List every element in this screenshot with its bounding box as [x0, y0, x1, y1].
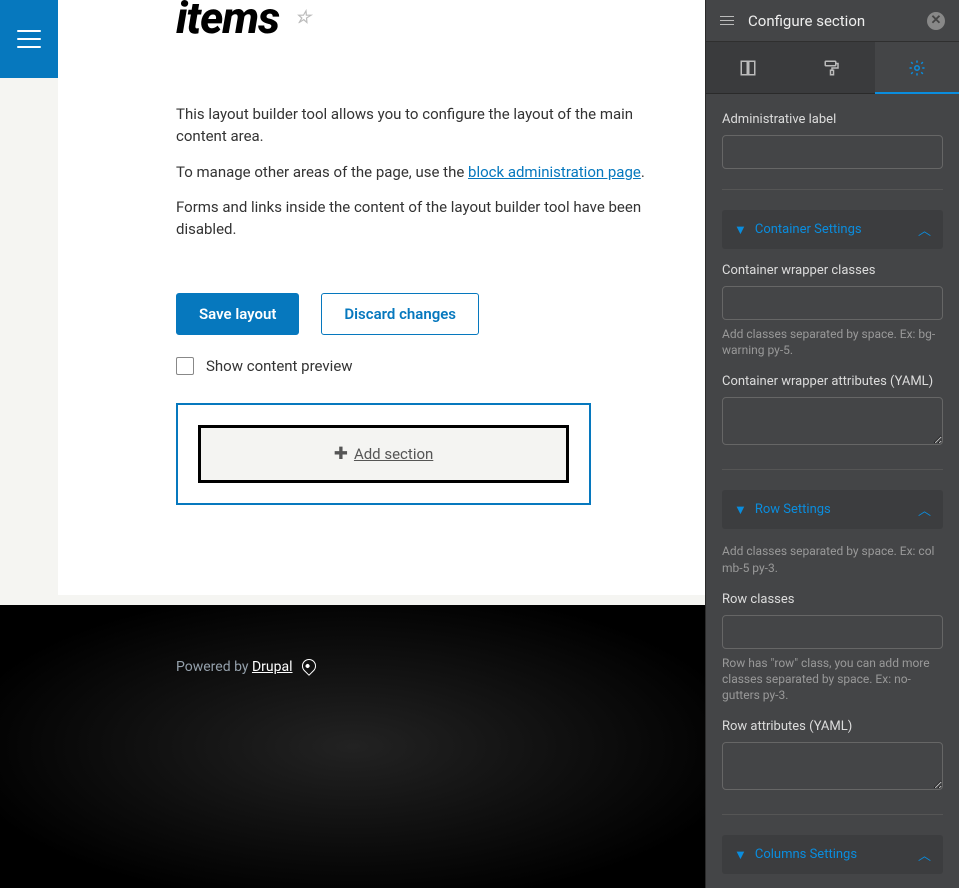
panel-tabs: [706, 42, 959, 94]
container-wrapper-attr-input[interactable]: [722, 397, 943, 445]
layout-icon: [739, 59, 757, 77]
columns-settings-title: Columns Settings: [755, 847, 857, 862]
container-wrapper-classes-input[interactable]: [722, 286, 943, 320]
configure-section-panel: Configure section ✕ Administrative label…: [705, 0, 959, 888]
divider: [722, 189, 943, 190]
page-title-text: items: [176, 0, 279, 44]
drupal-icon: [299, 656, 319, 676]
sliders-icon: [720, 14, 734, 28]
discard-changes-button[interactable]: Discard changes: [321, 293, 479, 335]
footer: Powered by Drupal: [0, 605, 705, 888]
content-preview-checkbox[interactable]: [176, 357, 194, 375]
powered-by-prefix: Powered by: [176, 659, 252, 675]
row-top-hint: Add classes separated by space. Ex: col …: [722, 543, 943, 575]
panel-body: Administrative label ▼ Container Setting…: [706, 94, 959, 888]
row-classes-hint: Row has "row" class, you can add more cl…: [722, 655, 943, 704]
row-classes-label: Row classes: [722, 592, 943, 607]
intro-p2-prefix: To manage other areas of the page, use t…: [176, 163, 468, 181]
row-attr-input[interactable]: [722, 742, 943, 790]
row-classes-input[interactable]: [722, 615, 943, 649]
container-wrapper-classes-hint: Add classes separated by space. Ex: bg-w…: [722, 326, 943, 358]
row-attr-label: Row attributes (YAML): [722, 719, 943, 734]
content-preview-label: Show content preview: [206, 357, 353, 375]
row-settings-accordion[interactable]: ▼ Row Settings ︿: [722, 490, 943, 529]
add-section-label: Add section: [354, 445, 433, 463]
drupal-link[interactable]: Drupal: [252, 659, 293, 675]
layout-builder-region: items ☆ This layout builder tool allows …: [58, 0, 705, 595]
intro-p1: This layout builder tool allows you to c…: [176, 104, 681, 148]
divider: [722, 469, 943, 470]
save-layout-button[interactable]: Save layout: [176, 293, 299, 335]
gear-icon: [908, 59, 926, 77]
chevron-down-icon: ▼: [734, 222, 747, 238]
intro-p2-suffix: .: [641, 163, 645, 181]
main-content-area: items ☆ This layout builder tool allows …: [0, 0, 705, 888]
intro-p2: To manage other areas of the page, use t…: [176, 162, 681, 184]
divider: [722, 814, 943, 815]
container-settings-accordion[interactable]: ▼ Container Settings ︿: [722, 210, 943, 249]
chevron-up-icon: ︿: [918, 220, 931, 239]
hamburger-menu-button[interactable]: [0, 0, 58, 78]
row-settings-title: Row Settings: [755, 502, 831, 517]
container-settings-title: Container Settings: [755, 222, 862, 237]
tab-settings[interactable]: [875, 42, 959, 93]
admin-label-label: Administrative label: [722, 112, 943, 127]
chevron-down-icon: ▼: [734, 502, 747, 518]
chevron-up-icon: ︿: [918, 500, 931, 519]
tab-style[interactable]: [790, 42, 874, 93]
page-title: items ☆: [176, 0, 681, 40]
columns-settings-accordion[interactable]: ▼ Columns Settings ︿: [722, 835, 943, 874]
plus-icon: ✚: [334, 444, 348, 464]
chevron-down-icon: ▼: [734, 847, 747, 863]
add-section-button[interactable]: ✚ Add section: [198, 425, 569, 483]
admin-label-input[interactable]: [722, 135, 943, 169]
panel-scroll[interactable]: Administrative label ▼ Container Setting…: [706, 42, 959, 888]
panel-title: Configure section: [748, 12, 913, 30]
favorite-star-icon[interactable]: ☆: [295, 9, 310, 27]
block-admin-link[interactable]: block administration page: [468, 163, 641, 181]
content-preview-row: Show content preview: [176, 357, 681, 375]
layout-region: ✚ Add section: [176, 403, 591, 505]
panel-header: Configure section ✕: [706, 0, 959, 42]
tab-layout[interactable]: [706, 42, 790, 93]
paint-roller-icon: [823, 59, 841, 77]
container-wrapper-attr-label: Container wrapper attributes (YAML): [722, 374, 943, 389]
close-panel-button[interactable]: ✕: [927, 12, 945, 30]
action-buttons: Save layout Discard changes: [176, 293, 681, 335]
container-wrapper-classes-label: Container wrapper classes: [722, 263, 943, 278]
chevron-up-icon: ︿: [918, 845, 931, 864]
intro-p3: Forms and links inside the content of th…: [176, 197, 681, 241]
intro-description: This layout builder tool allows you to c…: [176, 104, 681, 241]
